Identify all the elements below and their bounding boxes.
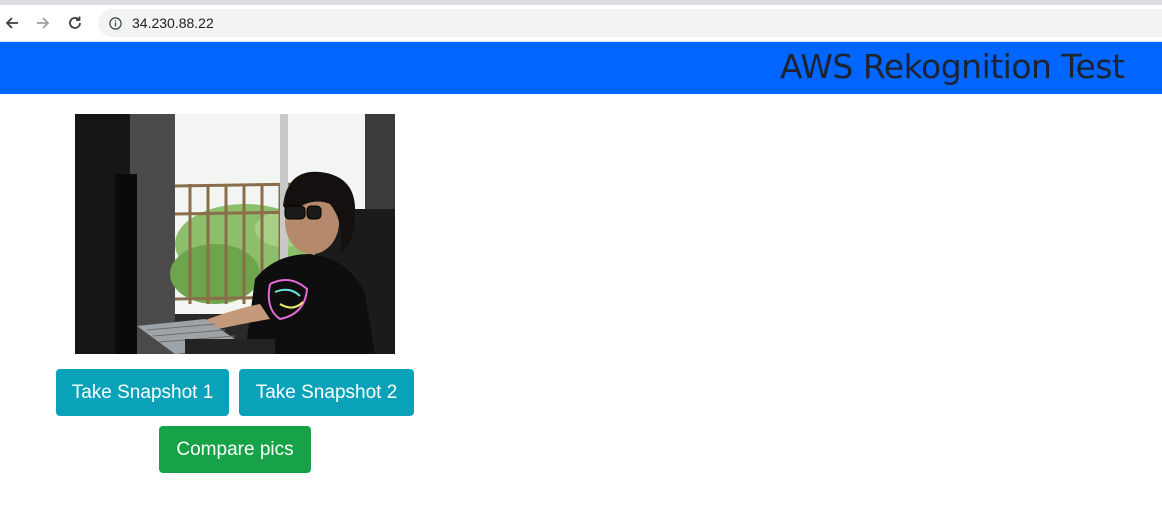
- compare-pics-button[interactable]: Compare pics: [159, 426, 311, 473]
- url-text: 34.230.88.22: [132, 15, 214, 31]
- address-bar[interactable]: 34.230.88.22: [98, 9, 1162, 37]
- take-snapshot-1-button[interactable]: Take Snapshot 1: [56, 369, 229, 416]
- webcam-image: [75, 114, 395, 354]
- forward-arrow-icon[interactable]: [33, 13, 53, 33]
- page-title: AWS Rekognition Test: [780, 47, 1125, 86]
- take-snapshot-2-button[interactable]: Take Snapshot 2: [239, 369, 414, 416]
- reload-icon[interactable]: [65, 13, 85, 33]
- back-arrow-icon[interactable]: [2, 13, 22, 33]
- browser-toolbar: 34.230.88.22: [0, 5, 1162, 42]
- info-icon[interactable]: [109, 16, 122, 30]
- page-header: AWS Rekognition Test: [0, 42, 1162, 94]
